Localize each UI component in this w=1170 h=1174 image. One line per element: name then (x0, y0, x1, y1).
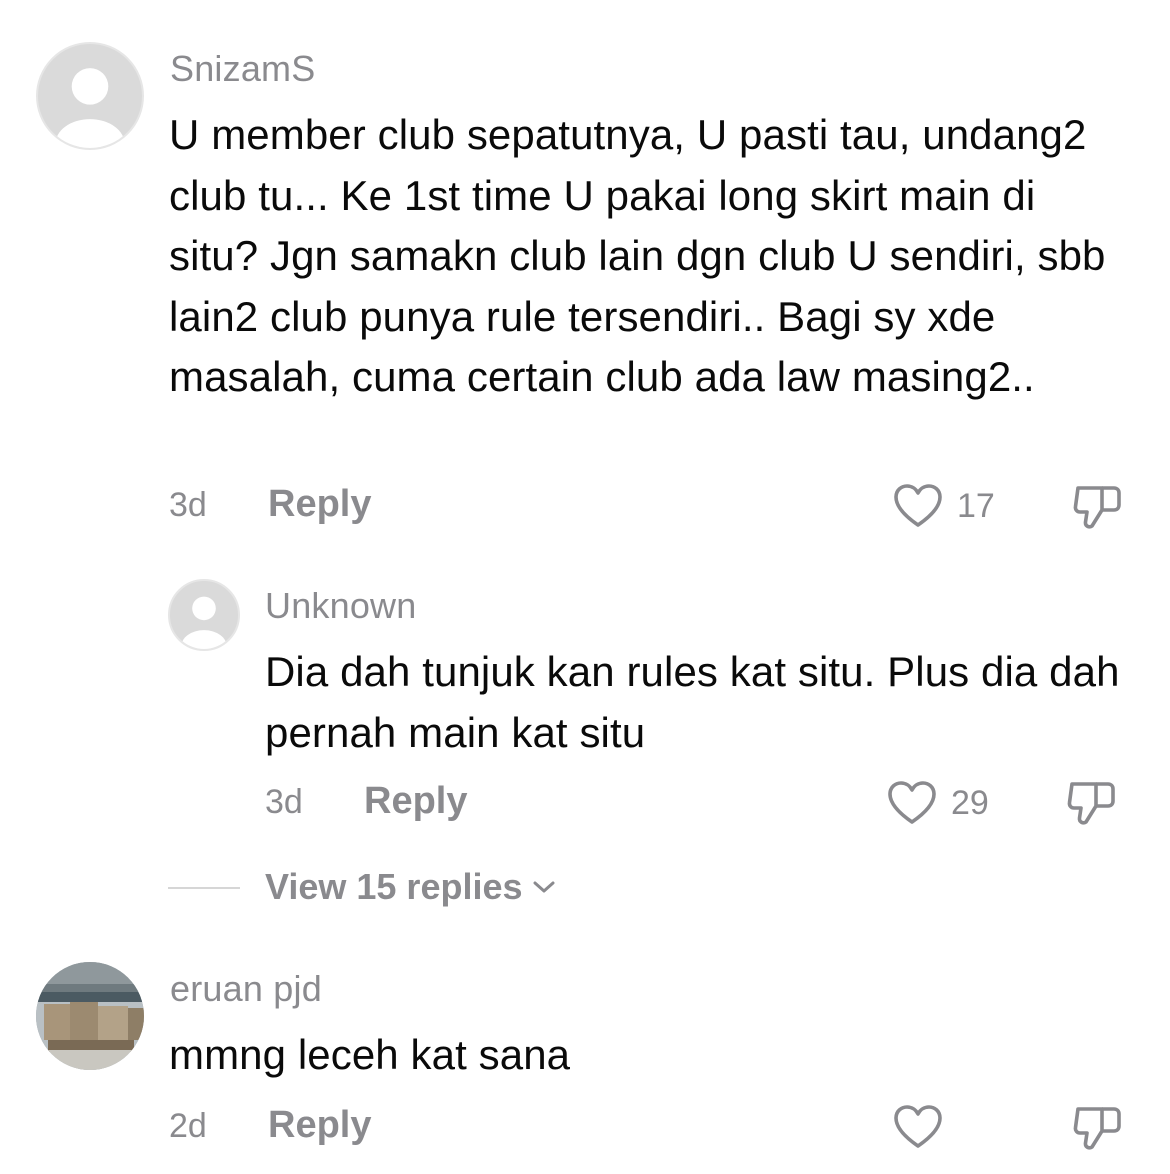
like-button[interactable] (893, 1102, 943, 1152)
default-avatar-icon (55, 68, 125, 148)
user-avatar[interactable] (168, 579, 240, 651)
comment-username[interactable]: eruan pjd (170, 968, 322, 1010)
comment-timestamp: 3d (169, 486, 207, 524)
comment-text: mmng leceh kat sana (169, 1031, 571, 1078)
reply-button[interactable]: Reply (364, 780, 467, 823)
reply-text: Dia dah tunjuk kan rules kat situ. Plus … (265, 648, 1120, 756)
reply-timestamp: 3d (265, 783, 303, 821)
thumbs-down-outline-icon (1073, 486, 1121, 529)
comment-text: U member club sepatutnya, U pasti tau, u… (169, 111, 1106, 400)
view-replies-label: View 15 replies (265, 866, 523, 907)
like-count: 29 (951, 783, 989, 822)
reply-button[interactable]: Reply (268, 1104, 371, 1147)
view-replies-button[interactable]: View 15 replies (265, 866, 557, 908)
dislike-button[interactable] (1072, 482, 1124, 532)
heart-outline-icon (894, 484, 942, 527)
default-avatar-icon (181, 596, 227, 649)
thumbs-down-outline-icon (1073, 1107, 1121, 1150)
like-button[interactable]: 17 (893, 481, 995, 531)
comment-timestamp: 2d (169, 1107, 207, 1145)
dislike-button[interactable] (1072, 1103, 1124, 1153)
heart-outline-icon (888, 781, 936, 824)
heart-outline-icon (894, 1105, 942, 1148)
like-button[interactable]: 29 (887, 778, 989, 828)
like-count: 17 (957, 486, 995, 525)
reply-button[interactable]: Reply (268, 483, 371, 526)
reply-username[interactable]: Unknown (265, 585, 416, 627)
chevron-down-icon (533, 881, 555, 893)
thumbs-down-outline-icon (1067, 782, 1115, 825)
dislike-button[interactable] (1066, 778, 1118, 828)
view-replies-divider (168, 887, 240, 889)
photo-avatar-warehouse (36, 962, 144, 1070)
user-avatar[interactable] (36, 962, 144, 1070)
comment-username[interactable]: SnizamS (170, 48, 315, 90)
user-avatar[interactable] (36, 42, 144, 150)
